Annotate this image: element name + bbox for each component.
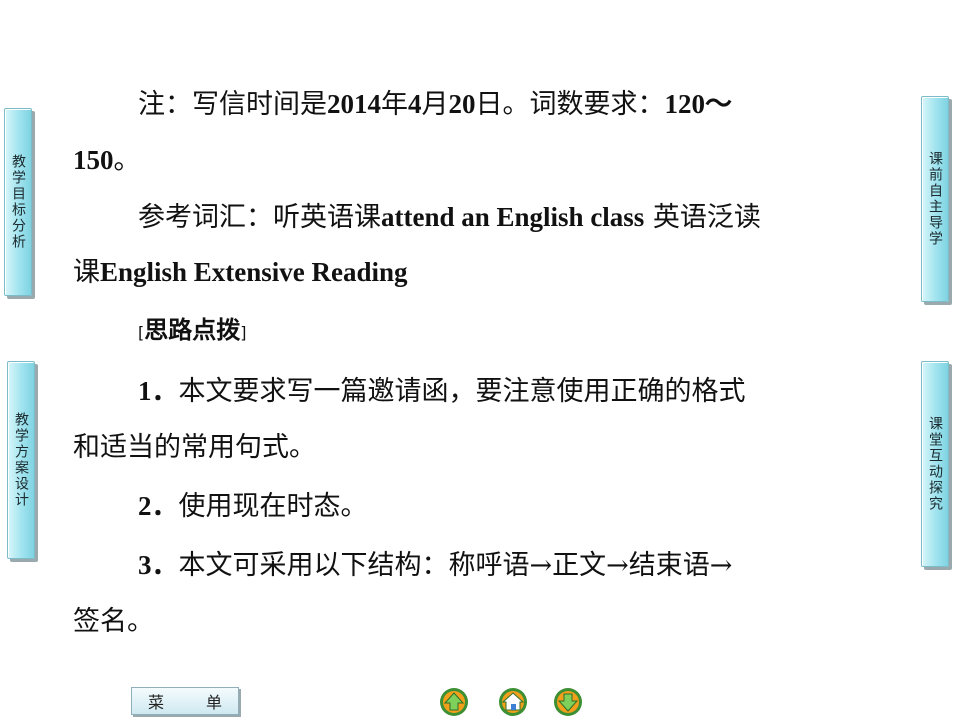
point-3-line-2: 签名。 — [73, 606, 154, 637]
point-1-line-1: 1．本文要求写一篇邀请函，要注意使用正确的格式 — [138, 376, 746, 407]
section-heading: [思路点拨] — [138, 316, 247, 344]
note-line-1: 注：写信时间是2014年4月20日。词数要求：120～ — [138, 89, 732, 120]
point-3-line-1: 3．本文可采用以下结构：称呼语→正文→结束语→ — [138, 550, 733, 581]
menu-button[interactable]: 菜 单 — [131, 687, 239, 715]
note-line-2: 150。 — [73, 145, 141, 176]
next-arrow-icon[interactable] — [551, 687, 585, 717]
home-icon[interactable] — [496, 687, 530, 717]
prev-arrow-icon[interactable] — [437, 687, 471, 717]
point-1-line-2: 和适当的常用句式。 — [73, 432, 316, 463]
vocab-line-1: 参考词汇：听英语课attend an English class 英语泛读 — [138, 202, 761, 233]
vocab-line-2: 课English Extensive Reading — [73, 257, 408, 288]
point-2: 2．使用现在时态。 — [138, 491, 368, 522]
